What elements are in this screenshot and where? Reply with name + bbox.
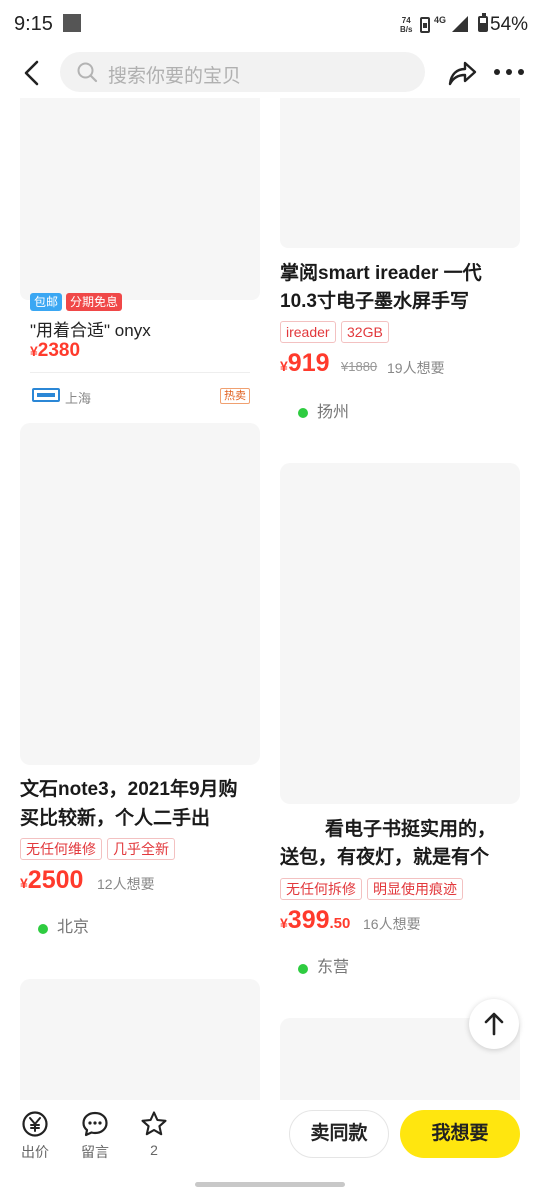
location: 东营: [317, 959, 350, 976]
product-tag: 几乎全新: [107, 838, 175, 860]
bottom-action-bar: 出价 留言 2 卖同款 我想要: [0, 1100, 540, 1200]
product-price: ¥2500: [20, 866, 83, 895]
product-tag: 无任何维修: [20, 838, 102, 860]
sell-same-button[interactable]: 卖同款: [289, 1110, 389, 1158]
product-price: ¥2380: [30, 340, 80, 362]
price-decimal: .50: [329, 915, 351, 932]
product-title-line-1: 文石note3，2021年9月购: [20, 779, 238, 800]
favorite-button[interactable]: 2: [132, 1110, 176, 1158]
search-placeholder: 搜索你要的宝贝: [108, 66, 242, 87]
home-indicator[interactable]: [195, 1182, 345, 1187]
network-speed-value: 74: [401, 16, 411, 25]
arrow-up-icon: [484, 1012, 504, 1036]
comment-button[interactable]: 留言: [73, 1110, 117, 1162]
product-image: [20, 423, 260, 765]
more-icon-dot: [518, 69, 524, 75]
location: 北京: [57, 919, 90, 936]
network-speed: 74 B/s: [400, 16, 412, 34]
location-dot-icon: [298, 964, 308, 974]
comment-icon: [82, 1111, 108, 1137]
price-amount: 919: [287, 349, 330, 377]
hot-badge: 热卖: [220, 388, 250, 404]
product-tag: 32GB: [341, 321, 389, 343]
more-button[interactable]: [494, 69, 524, 77]
more-icon-dot: [506, 69, 512, 75]
notification-icon: [63, 14, 81, 32]
currency-symbol: ¥: [280, 915, 288, 931]
location-dot-icon: [298, 408, 308, 418]
product-title-line-2: 10.3寸电子墨水屏手写: [280, 291, 469, 312]
product-title-line-1: 看电子书挺实用的，: [325, 819, 497, 840]
price-amount: 2500: [27, 866, 84, 894]
screen: 9:15 74 B/s 4G 54% 搜索你要的宝贝 包邮 分期免息 "用着合适…: [0, 0, 540, 1200]
product-tag: 无任何拆修: [280, 878, 362, 900]
star-icon: [141, 1111, 167, 1136]
product-image: [20, 98, 260, 300]
product-price: ¥919: [280, 349, 330, 378]
product-title-line-2: 买比较新，个人二手出: [20, 808, 211, 829]
product-tag: 明显使用痕迹: [367, 878, 463, 900]
status-bar: 9:15 74 B/s 4G 54%: [0, 0, 540, 50]
network-type: 4G: [434, 15, 447, 25]
back-to-top-button[interactable]: [469, 999, 519, 1049]
product-title-line-1: 掌阅smart ireader 一代: [280, 263, 482, 284]
currency-symbol: ¥: [30, 343, 38, 359]
location: 扬州: [317, 404, 350, 421]
top-nav: 搜索你要的宝贝: [0, 50, 540, 98]
product-image[interactable]: [20, 979, 260, 1100]
comment-label: 留言: [81, 1144, 109, 1160]
signal-icon: [452, 16, 468, 32]
divider: [30, 372, 250, 373]
battery-icon: [478, 13, 488, 32]
shop-location: 上海: [65, 391, 92, 406]
currency-symbol: ¥: [280, 358, 288, 374]
currency-symbol: ¥: [20, 875, 28, 891]
product-image: [280, 463, 520, 804]
original-price: ¥1880: [341, 359, 378, 374]
product-image: [280, 98, 520, 248]
product-price: ¥399.50: [280, 906, 350, 935]
favorite-count: 2: [150, 1142, 158, 1158]
search-input[interactable]: 搜索你要的宝贝: [60, 52, 425, 92]
offer-button[interactable]: 出价: [13, 1110, 57, 1162]
network-speed-unit: B/s: [400, 25, 413, 34]
back-button[interactable]: [18, 59, 46, 87]
product-title: "用着合适" onyx: [30, 321, 151, 340]
more-icon: [494, 69, 500, 75]
tag-installment: 分期免息: [66, 293, 123, 311]
status-time: 9:15: [14, 13, 53, 35]
search-icon: [77, 62, 98, 83]
yen-circle-icon: [22, 1111, 48, 1137]
product-feed[interactable]: 包邮 分期免息 "用着合适" onyx ¥2380 上海 热卖 掌阅smart …: [0, 98, 540, 1100]
location-dot-icon: [38, 924, 48, 934]
want-button[interactable]: 我想要: [400, 1110, 520, 1158]
product-tag: ireader: [280, 321, 336, 343]
share-button[interactable]: [446, 57, 478, 89]
want-count: 16人想要: [363, 916, 421, 932]
tag-free-shipping: 包邮: [30, 293, 63, 311]
want-count: 19人想要: [387, 360, 445, 376]
price-amount: 399: [287, 906, 330, 934]
shop-logo-icon: [32, 388, 60, 402]
want-count: 12人想要: [97, 876, 155, 892]
offer-label: 出价: [21, 1144, 49, 1160]
product-title-line-2: 送包，有夜灯，就是有个: [280, 847, 490, 868]
back-arrow-icon: [24, 60, 39, 86]
sim-icon: [420, 17, 430, 33]
battery-percent: 54%: [490, 14, 529, 35]
price-amount: 2380: [37, 340, 81, 361]
share-icon: [448, 61, 477, 86]
